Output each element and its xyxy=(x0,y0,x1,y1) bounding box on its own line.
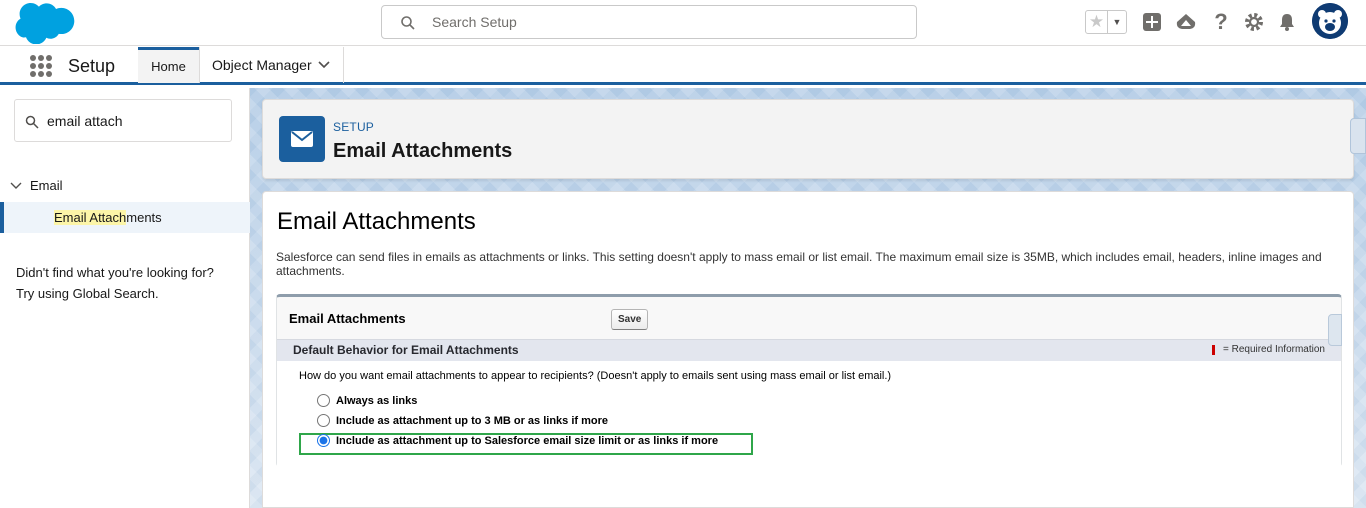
content-card: Email Attachments Salesforce can send fi… xyxy=(262,191,1354,508)
salesforce-logo[interactable] xyxy=(14,2,76,44)
tree-node-email-label: Email xyxy=(30,178,63,193)
app-launcher-icon[interactable] xyxy=(30,55,52,77)
gear-icon[interactable] xyxy=(1243,11,1265,33)
context-bar: Setup Home Object Manager xyxy=(0,47,1366,85)
quick-find-box[interactable] xyxy=(14,99,232,142)
global-search-input[interactable] xyxy=(432,12,902,32)
page-eyebrow: SETUP xyxy=(333,120,375,134)
option-size-limit[interactable]: Include as attachment up to Salesforce e… xyxy=(317,434,718,447)
panel-expand-handle[interactable] xyxy=(1328,314,1342,346)
help-icon[interactable]: ? xyxy=(1210,9,1232,34)
option-size-limit-label: Include as attachment up to Salesforce e… xyxy=(336,434,719,447)
search-match-highlight: Email Attach xyxy=(54,210,127,225)
tab-object-manager[interactable]: Object Manager xyxy=(199,47,344,83)
section-title: Default Behavior for Email Attachments xyxy=(293,343,519,357)
radio-size-limit[interactable] xyxy=(317,434,330,447)
quick-find-input[interactable] xyxy=(47,112,227,130)
option-3mb-label: Include as attachment up to 3 MB or as l… xyxy=(336,414,609,427)
app-name: Setup xyxy=(68,56,116,76)
tab-home[interactable]: Home xyxy=(138,47,199,83)
email-icon xyxy=(279,116,325,162)
tree-node-email-attachments-label[interactable]: Email Attachments xyxy=(54,210,162,225)
section-header: Default Behavior for Email Attachments =… xyxy=(277,339,1341,361)
avatar[interactable] xyxy=(1312,3,1348,39)
global-header: ★ ▼ ? xyxy=(0,0,1366,46)
page-block-title: Email Attachments xyxy=(289,311,406,326)
global-search-hint: Try using Global Search. xyxy=(16,286,159,301)
required-marker-icon xyxy=(1211,344,1215,355)
content-description: Salesforce can send files in emails as a… xyxy=(276,250,1322,278)
search-icon xyxy=(25,115,39,129)
radio-3mb[interactable] xyxy=(317,414,330,427)
chevron-down-icon[interactable]: ▼ xyxy=(1108,11,1126,33)
chevron-down-icon[interactable] xyxy=(10,181,22,191)
trailhead-icon[interactable] xyxy=(1175,11,1197,33)
tree-node-email-attachments[interactable]: Email Attachments xyxy=(0,202,250,233)
plus-icon[interactable] xyxy=(1141,11,1163,33)
required-info-label: = Required Information xyxy=(1222,344,1325,355)
chevron-down-icon[interactable] xyxy=(317,59,331,71)
save-button[interactable]: Save xyxy=(611,309,649,330)
setup-tree-panel: Email Email Attachments Didn't find what… xyxy=(0,88,250,508)
search-icon xyxy=(401,16,415,30)
not-found-line1: Didn't find what you're looking for? xyxy=(16,265,214,280)
tree-node-label-rest: ments xyxy=(126,210,162,225)
star-icon[interactable]: ★ xyxy=(1086,11,1108,33)
page-block: Email Attachments Save Default Behavior … xyxy=(276,294,1342,467)
not-found-message: Didn't find what you're looking for? Try… xyxy=(16,262,214,304)
tab-object-manager-label: Object Manager xyxy=(212,57,312,73)
attachment-question: How do you want email attachments to app… xyxy=(299,370,892,382)
bell-icon[interactable] xyxy=(1276,11,1298,33)
favorites-group[interactable]: ★ ▼ xyxy=(1085,10,1127,34)
global-search[interactable] xyxy=(381,5,917,39)
tree-node-email[interactable]: Email xyxy=(10,178,63,193)
option-always-links[interactable]: Always as links xyxy=(317,394,417,407)
option-3mb[interactable]: Include as attachment up to 3 MB or as l… xyxy=(317,414,608,427)
content-heading: Email Attachments xyxy=(277,208,476,235)
panel-collapse-handle[interactable] xyxy=(1350,118,1366,154)
section-body: How do you want email attachments to app… xyxy=(277,361,1341,467)
required-info: = Required Information xyxy=(1211,344,1325,355)
radio-always-links[interactable] xyxy=(317,394,330,407)
page-header: SETUP Email Attachments xyxy=(262,99,1354,179)
page-title: Email Attachments xyxy=(333,140,513,162)
option-always-links-label: Always as links xyxy=(336,394,418,407)
